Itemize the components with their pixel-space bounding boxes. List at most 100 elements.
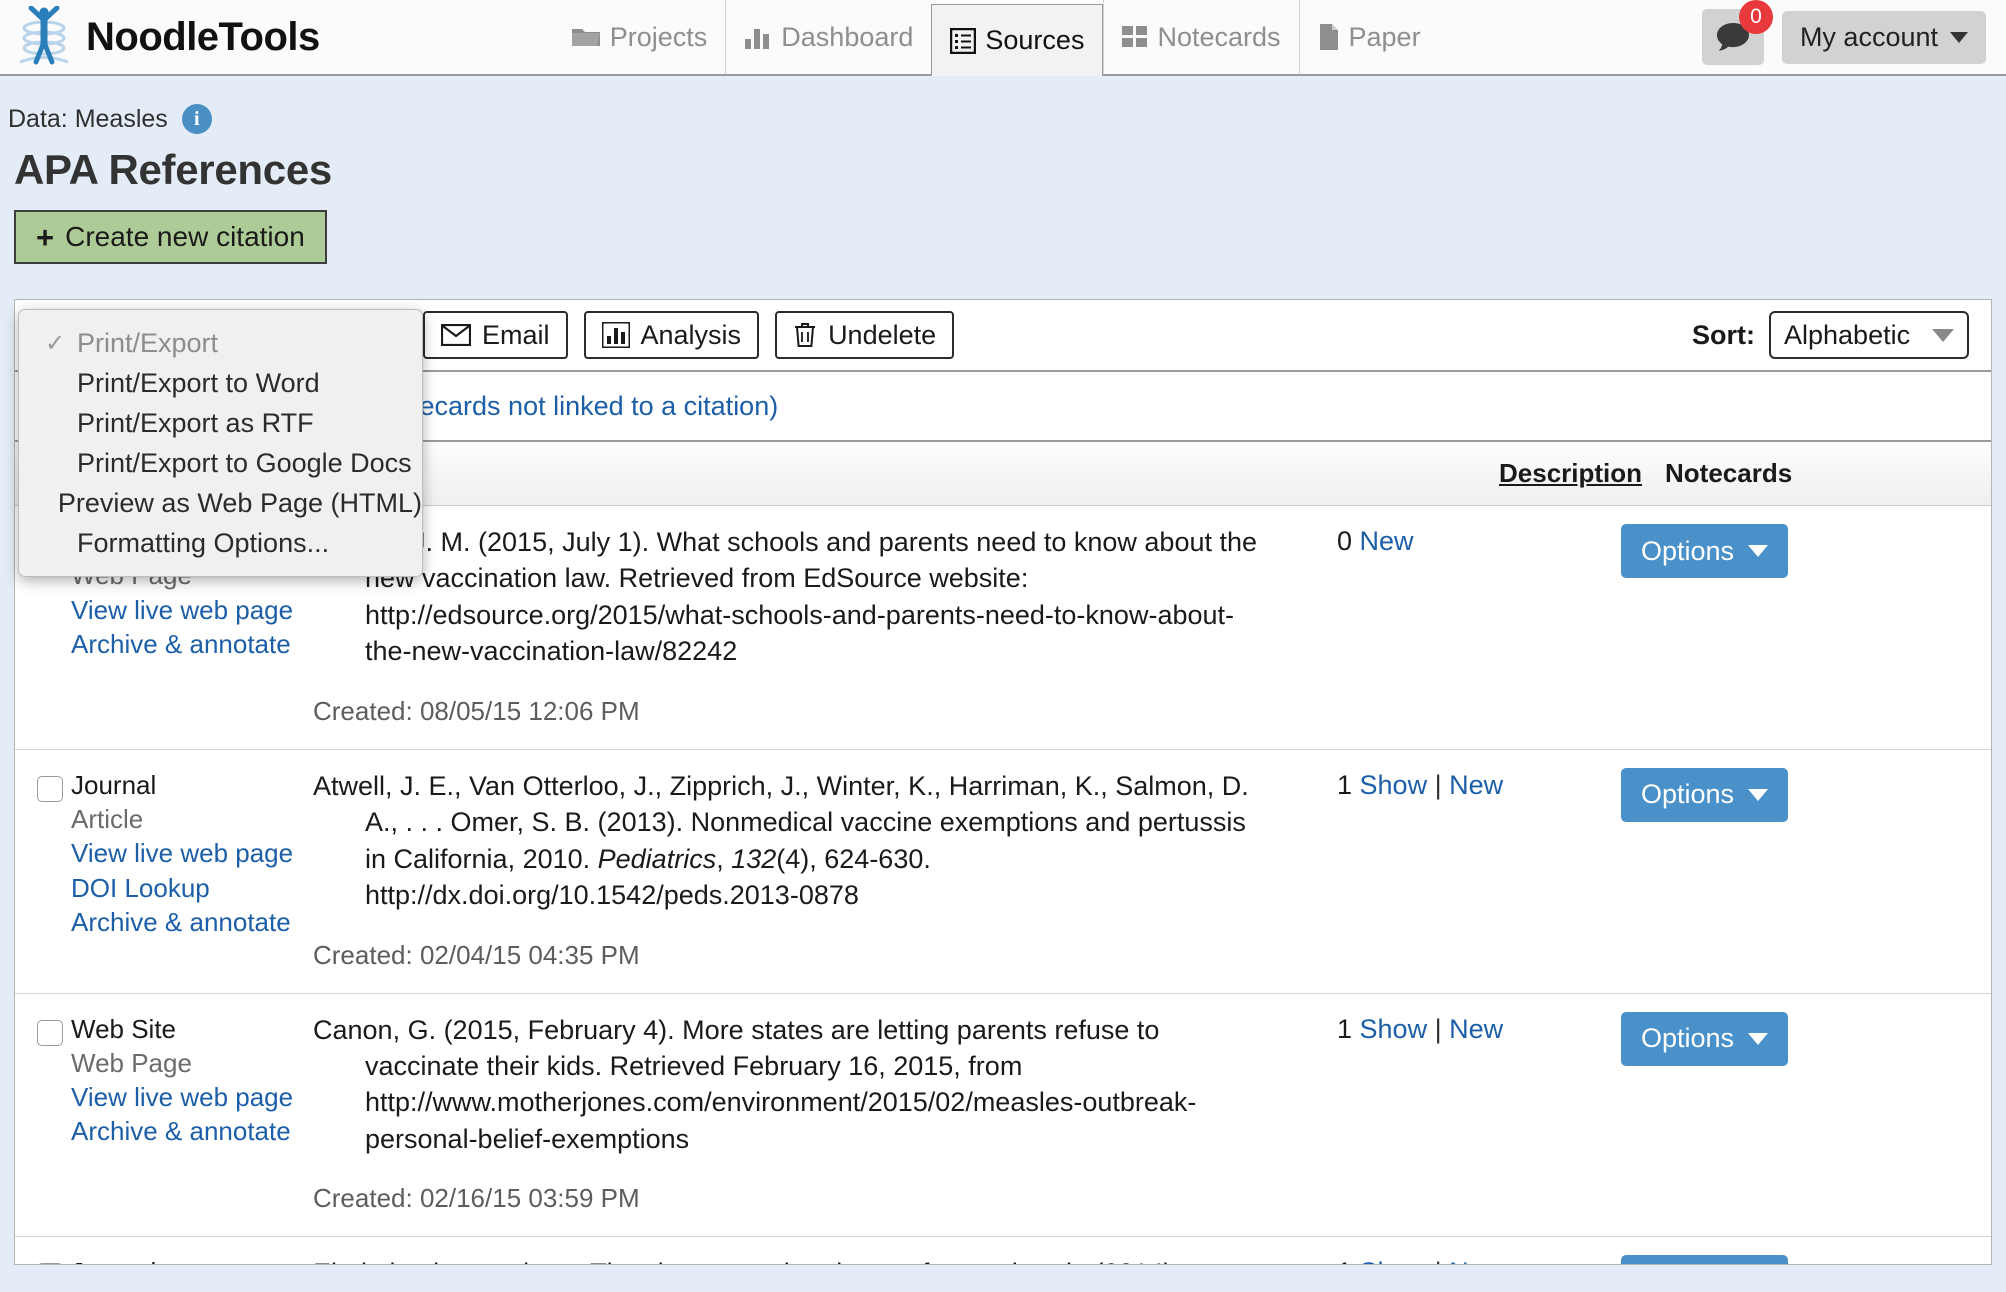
row-select-cell — [15, 1012, 71, 1215]
breadcrumb: Data: Measles i — [0, 78, 2006, 134]
main-nav-tabs: Projects Dashboard Sources Notecards Pap… — [553, 0, 1439, 74]
plus-icon: + — [36, 222, 54, 253]
citation-plain-part: Canon, G. (2015, February 4). More state… — [313, 1015, 1196, 1154]
notecard-new-link[interactable]: New — [1449, 1014, 1503, 1044]
options-button[interactable]: Options — [1621, 768, 1788, 822]
page-bottom-strip — [0, 1266, 2006, 1292]
table-row: Web SiteWeb PageView live web pageArchiv… — [15, 994, 1991, 1238]
notecard-count: 1 — [1337, 1014, 1360, 1044]
list-icon — [950, 28, 976, 54]
notecards-cell: 1 Show | New — [1273, 1012, 1573, 1215]
my-account-button[interactable]: My account — [1782, 11, 1986, 64]
page-header: Data: Measles i APA References + Create … — [0, 78, 2006, 264]
citation-created-timestamp: Created: 02/04/15 04:35 PM — [313, 940, 1273, 971]
source-type-main: Journal — [71, 768, 313, 802]
create-new-citation-label: Create new citation — [65, 221, 305, 253]
citation-text: Canon, G. (2015, February 4). More state… — [313, 1012, 1273, 1158]
citation-text: Ebola by the numbers: The size, spread a… — [313, 1255, 1273, 1264]
notecard-new-link[interactable]: New — [1360, 526, 1414, 556]
options-button[interactable]: Options — [1621, 1012, 1788, 1066]
citation-list: Web SiteWeb PageView live web pageArchiv… — [15, 506, 1991, 1264]
chevron-down-icon — [1950, 32, 1968, 43]
tab-notecards[interactable]: Notecards — [1103, 0, 1298, 74]
notecard-separator: | — [1427, 770, 1449, 800]
thought-link-suffix: (notecards not linked to a citation) — [365, 391, 778, 421]
messages-button[interactable]: 0 — [1702, 9, 1764, 65]
source-action-link-0[interactable]: View live web page — [71, 836, 313, 870]
citation-created-timestamp: Created: 02/16/15 03:59 PM — [313, 1183, 1273, 1214]
row-checkbox[interactable] — [37, 776, 63, 802]
brand-name: NoodleTools — [86, 15, 320, 60]
source-action-link-1[interactable]: Archive & annotate — [71, 1114, 313, 1148]
folder-icon — [571, 25, 601, 49]
tab-dashboard[interactable]: Dashboard — [725, 0, 931, 74]
print-export-dropdown-menu[interactable]: ✓Print/Export Print/Export to Word Print/E… — [18, 309, 423, 577]
options-button[interactable]: Options — [1621, 524, 1788, 578]
chevron-down-icon — [1748, 789, 1768, 801]
citation-text-cell: Atwell, J. E., Van Otterloo, J., Zippric… — [313, 768, 1273, 971]
options-button-label: Options — [1641, 1023, 1734, 1054]
bar-chart-icon — [744, 25, 772, 49]
notecards-cell: 1 Show | New — [1273, 768, 1573, 971]
chevron-down-icon — [1932, 329, 1954, 342]
source-action-link-2[interactable]: Archive & annotate — [71, 905, 313, 939]
chevron-down-icon — [1748, 1033, 1768, 1045]
brand-logo[interactable]: NoodleTools — [0, 0, 320, 74]
options-button[interactable]: Options — [1621, 1255, 1788, 1264]
notecard-show-link[interactable]: Show — [1360, 1014, 1428, 1044]
dropdown-item-2[interactable]: Print/Export as RTF — [19, 404, 422, 442]
dropdown-item-label: Print/Export to Word — [77, 368, 320, 399]
info-icon[interactable]: i — [182, 104, 212, 134]
notecard-count: 1 — [1337, 770, 1360, 800]
top-navigation-bar: NoodleTools Projects Dashboard Sources N… — [0, 0, 2006, 76]
check-icon: ✓ — [45, 329, 77, 358]
dropdown-item-3[interactable]: Print/Export to Google Docs — [19, 444, 422, 482]
envelope-icon — [441, 324, 471, 346]
dropdown-item-label: Print/Export to Google Docs — [77, 448, 412, 479]
dropdown-item-1[interactable]: Print/Export to Word — [19, 364, 422, 402]
notecards-cell: 1 Show | New — [1273, 1255, 1573, 1264]
analysis-button[interactable]: Analysis — [584, 311, 760, 359]
citation-created-timestamp: Created: 08/05/15 12:06 PM — [313, 696, 1273, 727]
notecard-show-link[interactable]: Show — [1360, 770, 1428, 800]
dropdown-item-0[interactable]: ✓Print/Export — [19, 324, 422, 362]
dropdown-item-5[interactable]: Formatting Options... — [19, 524, 422, 562]
notecard-new-link[interactable]: New — [1449, 770, 1503, 800]
row-select-cell — [15, 1255, 71, 1264]
noodletools-logo-icon — [16, 6, 72, 68]
undelete-button[interactable]: Undelete — [775, 311, 954, 359]
source-action-link-0[interactable]: View live web page — [71, 593, 313, 627]
source-type-cell: JournalArticleView live web pageArchive … — [71, 1255, 313, 1264]
row-checkbox[interactable] — [37, 1263, 63, 1264]
notecard-new-link[interactable]: New — [1449, 1257, 1503, 1264]
options-cell: Options — [1573, 524, 1991, 727]
tab-sources[interactable]: Sources — [931, 4, 1103, 76]
notecard-show-link[interactable]: Show — [1360, 1257, 1428, 1264]
tab-paper[interactable]: Paper — [1299, 0, 1439, 74]
dropdown-item-label: Print/Export — [77, 328, 218, 359]
notecards-cell: 0 New — [1273, 524, 1573, 727]
citation-text-cell: Adams, J. M. (2015, July 1). What school… — [313, 524, 1273, 727]
source-type-sub: Article — [71, 802, 313, 836]
table-row: JournalArticleView live web pageDOI Look… — [15, 750, 1991, 994]
source-action-link-1[interactable]: DOI Lookup — [71, 871, 313, 905]
dropdown-item-label: Preview as Web Page (HTML) — [58, 488, 422, 519]
tab-projects[interactable]: Projects — [553, 0, 726, 74]
dropdown-item-4[interactable]: Preview as Web Page (HTML) — [19, 484, 422, 522]
create-new-citation-button[interactable]: + Create new citation — [14, 210, 327, 264]
options-cell: Options — [1573, 1255, 1991, 1264]
sort-select[interactable]: Alphabetic — [1769, 311, 1969, 359]
messages-badge: 0 — [1739, 0, 1773, 34]
citation-italic-part: Pediatrics — [598, 844, 717, 874]
row-checkbox[interactable] — [37, 1020, 63, 1046]
source-action-link-0[interactable]: View live web page — [71, 1080, 313, 1114]
email-button[interactable]: Email — [423, 311, 568, 359]
options-cell: Options — [1573, 768, 1991, 971]
source-action-link-1[interactable]: Archive & annotate — [71, 627, 313, 661]
citation-plain-part: Adams, J. M. (2015, July 1). What school… — [313, 527, 1257, 666]
column-header-description[interactable]: Description — [1499, 458, 1642, 489]
undelete-label: Undelete — [828, 320, 936, 351]
sort-control: Sort: Alphabetic — [1692, 311, 1969, 359]
citation-text-cell: Ebola by the numbers: The size, spread a… — [313, 1255, 1273, 1264]
tab-notecards-label: Notecards — [1157, 22, 1280, 53]
